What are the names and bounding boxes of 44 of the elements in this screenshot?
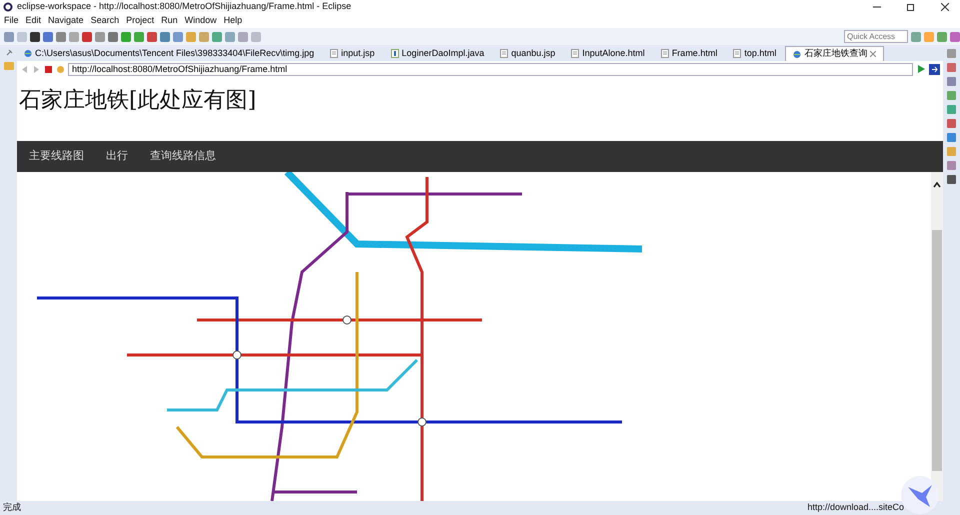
url-field[interactable]: http://localhost:8080/MetroOfShijiazhuang/Frame.html <box>68 63 913 76</box>
menu-item[interactable]: File <box>4 14 19 28</box>
file-icon <box>571 49 580 58</box>
status-text: 完成 <box>3 501 21 514</box>
editor-tab[interactable]: input.jsp <box>323 46 382 61</box>
file-icon <box>733 49 742 58</box>
page-heading: 石家庄地铁[此处应有图] <box>19 88 258 114</box>
scrollbar-thumb[interactable] <box>932 230 942 471</box>
go-icon[interactable] <box>916 64 926 74</box>
editor-tab[interactable]: top.html <box>726 46 784 61</box>
menu-item[interactable]: Edit <box>26 14 42 28</box>
close-icon[interactable] <box>941 3 949 11</box>
pin-icon[interactable] <box>4 49 12 57</box>
menu-item[interactable]: Help <box>224 14 242 28</box>
stop-icon[interactable] <box>44 64 53 74</box>
menu-item[interactable]: Window <box>184 14 217 28</box>
quick-access-field[interactable]: Quick Access <box>844 30 908 43</box>
nav-link-item[interactable]: 出行 <box>106 148 128 165</box>
editor-tab[interactable]: quanbu.jsp <box>493 46 562 61</box>
menu-item[interactable]: Search <box>90 14 120 28</box>
file-icon <box>500 49 508 58</box>
globe-icon <box>24 49 32 58</box>
eclipse-icon <box>3 2 13 12</box>
open-external-icon[interactable] <box>929 64 940 75</box>
editor-tab[interactable]: 石家庄地铁查询 <box>785 46 884 61</box>
status-link-text: http://download....siteCo <box>807 501 904 514</box>
file-icon <box>330 49 338 58</box>
editor-tab[interactable]: InputAlone.html <box>564 46 652 61</box>
back-icon[interactable] <box>20 64 29 74</box>
maximize-icon[interactable] <box>907 3 915 11</box>
editor-tab[interactable]: C:\Users\asus\Documents\Tencent Files\398333404\FileRecv\timg.jpg <box>17 46 322 61</box>
menu-item[interactable]: Navigate <box>48 14 84 28</box>
menu-item[interactable]: Run <box>161 14 178 28</box>
file-icon <box>660 49 669 58</box>
folder-icon[interactable] <box>4 62 14 70</box>
scroll-up-icon[interactable] <box>932 180 942 190</box>
nav-link-item[interactable]: 主要线路图 <box>29 148 84 165</box>
editor-tab[interactable]: Frame.html <box>654 46 724 61</box>
menu-item[interactable]: Project <box>126 14 154 28</box>
java-file-icon <box>390 49 399 58</box>
window-title: eclipse-workspace - http://localhost:8080/MetroOfShijiazhuang/Frame.html - Eclipse <box>17 0 352 14</box>
globe-icon <box>793 50 802 58</box>
nav-link-item[interactable]: 查询线路信息 <box>150 148 216 165</box>
editor-tab[interactable]: LoginerDaoImpl.java <box>384 46 492 61</box>
